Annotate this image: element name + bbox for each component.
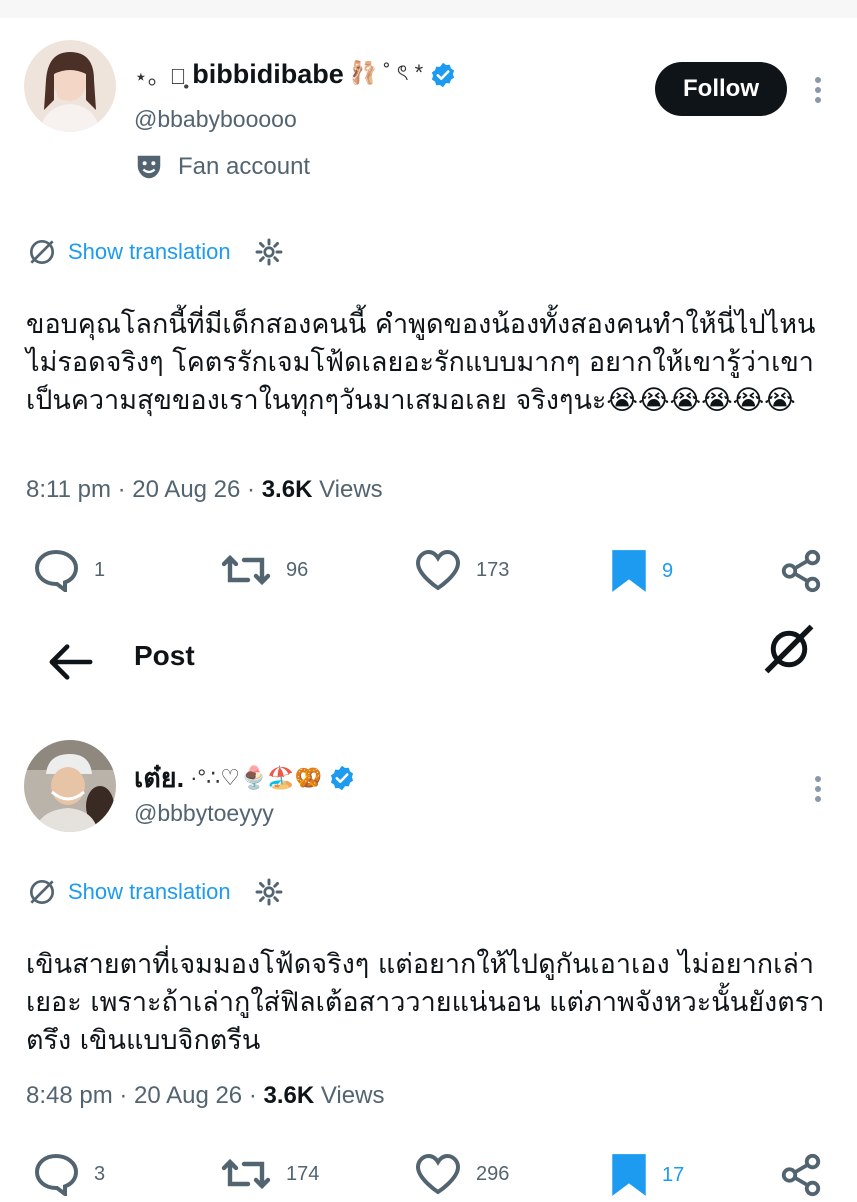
name-suffix-decoration: ·°∴♡🍨🏖️🥨 — [190, 764, 323, 790]
gear-icon[interactable] — [253, 236, 285, 268]
avatar[interactable] — [24, 740, 116, 832]
share-icon — [781, 1153, 821, 1197]
verified-badge-icon[interactable] — [429, 61, 457, 89]
show-translation-link[interactable]: Show translation — [68, 879, 231, 905]
tweet-2: เต๋ย. ·°∴♡🍨🏖️🥨 @bbbytoeyyy Show translat… — [0, 712, 857, 1200]
reply-icon — [34, 1153, 79, 1196]
handle[interactable]: @bbbytoeyyy — [134, 800, 274, 827]
heart-icon — [415, 1153, 461, 1195]
tweet-1: ⋆。✿̥͙ bibbidibabe 🩰 ˚ ৎ * @bbabybooooo F… — [0, 18, 857, 618]
name-suffix-decoration: 🩰 ˚ ৎ * — [349, 60, 424, 85]
follow-button[interactable]: Follow — [655, 62, 787, 116]
like-count: 296 — [476, 1162, 510, 1185]
tweet-meta: 8:48 pm · 20 Aug 26 · 3.6K Views — [26, 1082, 385, 1109]
repost-count: 96 — [286, 558, 309, 581]
tweet-date[interactable]: 20 Aug 26 — [132, 476, 240, 503]
share-icon — [781, 549, 821, 593]
translate-globe-icon — [30, 240, 54, 264]
display-name[interactable]: bibbidibabe — [192, 59, 344, 90]
theater-mask-icon — [137, 155, 161, 179]
reply-button[interactable]: 1 — [32, 548, 105, 592]
tweet-text: ขอบคุณโลกนี้ที่มีเด็กสองคนนี้ คำพูดของน้… — [26, 309, 816, 416]
action-bar: 1 96 173 9 — [0, 548, 857, 598]
views-count: 3.6K — [263, 1082, 315, 1109]
action-bar: 3 174 296 17 — [0, 1152, 857, 1202]
show-translation-row[interactable]: Show translation — [26, 876, 285, 908]
bookmark-button[interactable]: 9 — [610, 548, 673, 594]
post-header: Post — [0, 618, 857, 712]
bookmark-button[interactable]: 17 — [610, 1152, 684, 1198]
views-count: 3.6K — [261, 476, 313, 503]
avatar[interactable] — [24, 40, 116, 132]
tweet-text: เขินสายตาที่เจมมองโฟ้ดจริงๆ แต่อยากให้ไป… — [26, 949, 825, 1056]
reply-button[interactable]: 3 — [32, 1152, 105, 1196]
grok-icon[interactable] — [762, 622, 816, 676]
repost-count: 174 — [286, 1162, 320, 1185]
show-translation-link[interactable]: Show translation — [68, 239, 231, 265]
display-name-row[interactable]: ⋆。✿̥͙ bibbidibabe 🩰 ˚ ৎ * — [134, 56, 457, 93]
repost-button[interactable]: 174 — [220, 1152, 319, 1196]
views-label: Views — [319, 476, 383, 503]
fan-account-text: Fan account — [178, 153, 311, 180]
tweet-time[interactable]: 8:11 pm — [26, 476, 111, 503]
repost-icon — [221, 554, 271, 586]
name-prefix-decoration: ⋆。✿̥͙ — [134, 63, 187, 89]
bookmark-icon — [612, 550, 646, 592]
more-options-icon[interactable] — [815, 73, 821, 107]
views-label: Views — [320, 1082, 385, 1109]
back-arrow-icon[interactable] — [48, 642, 94, 682]
share-button[interactable] — [778, 548, 824, 594]
reply-icon — [34, 549, 79, 592]
handle[interactable]: @bbabybooooo — [134, 106, 297, 133]
tweet-time[interactable]: 8:48 pm — [26, 1082, 113, 1109]
more-options-icon[interactable] — [815, 772, 821, 806]
display-name-row[interactable]: เต๋ย. ·°∴♡🍨🏖️🥨 — [134, 756, 356, 799]
like-count: 173 — [476, 558, 510, 581]
bookmark-count: 17 — [662, 1163, 685, 1186]
gear-icon[interactable] — [253, 876, 285, 908]
repost-icon — [221, 1158, 271, 1190]
tweet-date[interactable]: 20 Aug 26 — [134, 1082, 242, 1109]
verified-badge-icon[interactable] — [328, 764, 356, 792]
fan-account-label: Fan account — [134, 152, 310, 182]
heart-icon — [415, 549, 461, 591]
share-button[interactable] — [778, 1152, 824, 1198]
translate-globe-icon — [30, 880, 54, 904]
like-button[interactable]: 296 — [414, 1152, 509, 1196]
repost-button[interactable]: 96 — [220, 548, 308, 592]
page-title: Post — [134, 640, 195, 671]
display-name[interactable]: เต๋ย. — [134, 756, 184, 799]
like-button[interactable]: 173 — [414, 548, 509, 592]
reply-count: 1 — [94, 558, 106, 581]
bookmark-icon — [612, 1154, 646, 1196]
tweet-meta: 8:11 pm · 20 Aug 26 · 3.6K Views — [26, 476, 383, 503]
show-translation-row[interactable]: Show translation — [26, 236, 285, 268]
top-strip — [0, 0, 857, 18]
bookmark-count: 9 — [662, 559, 674, 582]
reply-count: 3 — [94, 1162, 106, 1185]
